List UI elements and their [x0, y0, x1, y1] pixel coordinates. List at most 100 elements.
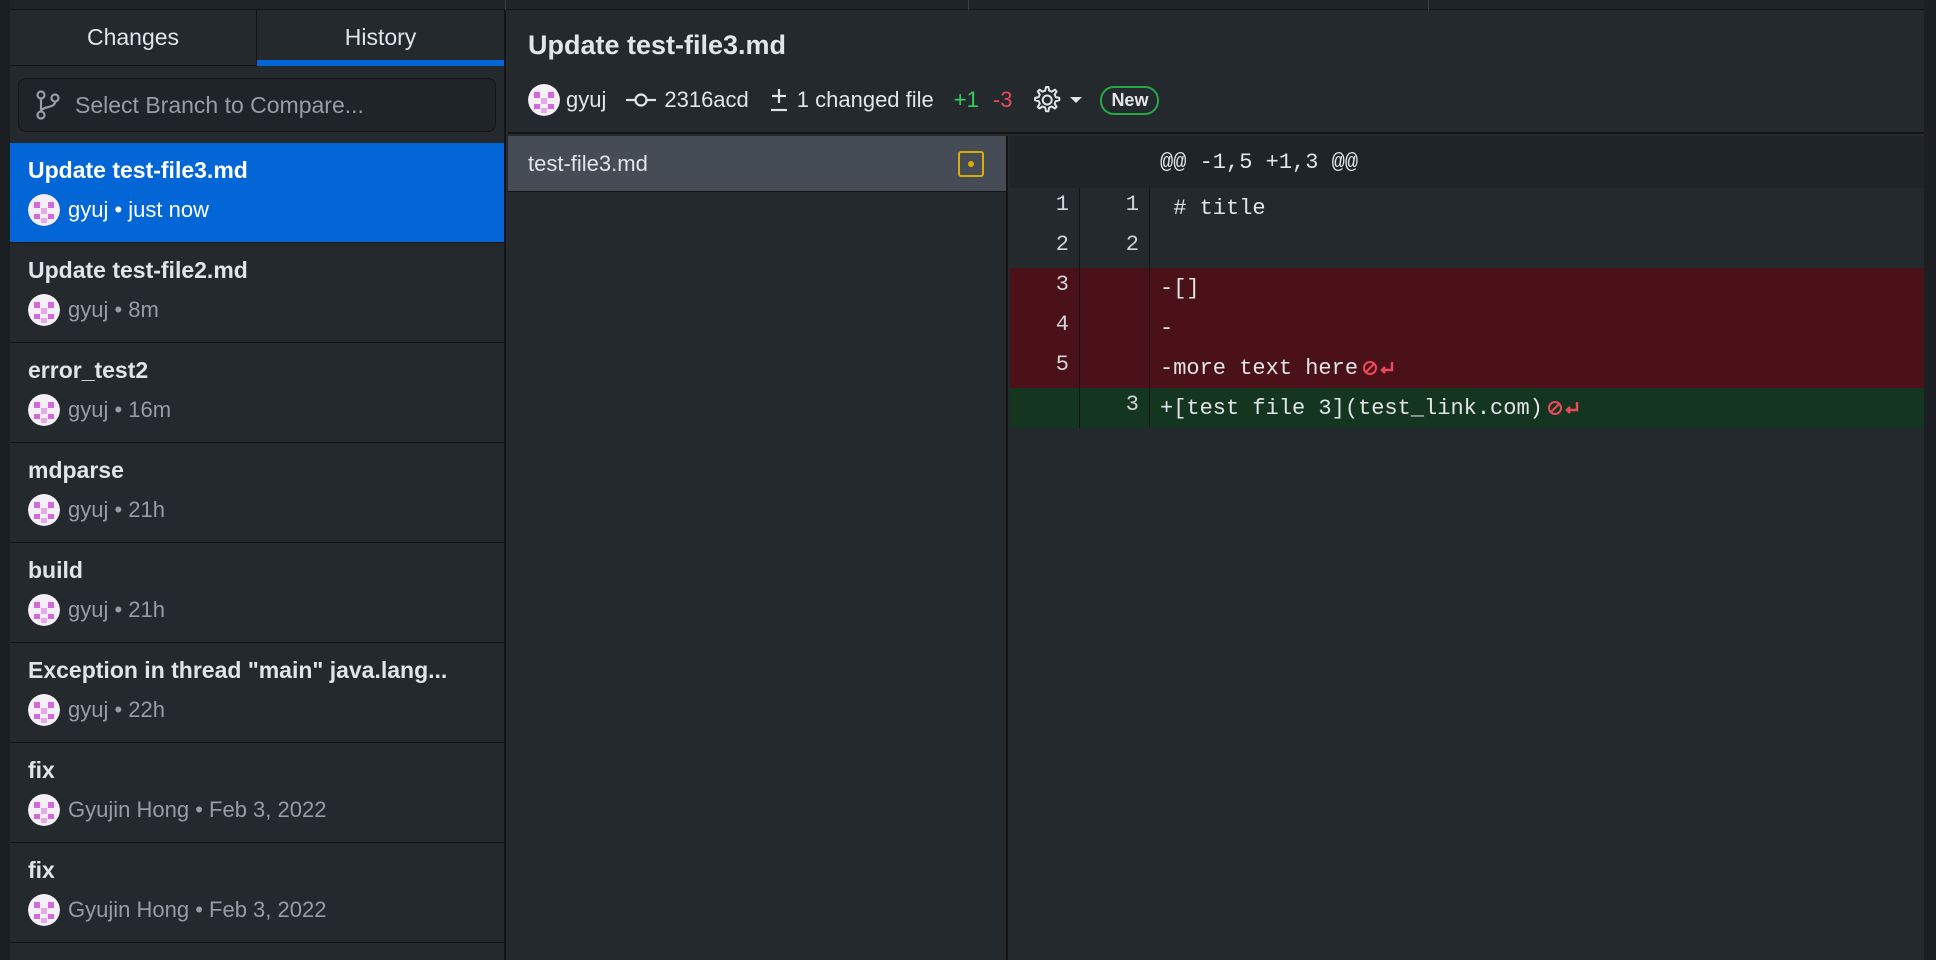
avatar: [28, 794, 60, 826]
commit-item-title: fix: [28, 757, 55, 783]
avatar: [28, 694, 60, 726]
deletions-count: -3: [992, 87, 1013, 112]
commit-item-meta: gyuj • just now: [28, 194, 504, 226]
commit-item-time: 22h: [128, 697, 166, 722]
old-line-number: 4: [1010, 308, 1080, 348]
meta-separator: •: [108, 397, 129, 422]
diff-line-deleted[interactable]: 3 -[]: [1010, 268, 1924, 308]
commit-item-title: error_test2: [28, 357, 149, 383]
diff-line-code: -: [1150, 316, 1173, 341]
branch-compare-field[interactable]: [18, 78, 496, 132]
diff-line-deleted[interactable]: 5 -more text here: [1010, 348, 1924, 388]
meta-separator: •: [108, 497, 129, 522]
new-line-number: 1: [1080, 188, 1150, 228]
commit-item-time: Feb 3, 2022: [209, 797, 327, 822]
additions-count: +1: [953, 87, 979, 112]
avatar: [28, 594, 60, 626]
diff-line-context[interactable]: 11 # title: [1010, 188, 1924, 228]
commit-list-item[interactable]: mdparse gyuj • 21h: [10, 443, 504, 543]
commit-list-item[interactable]: fix Gyujin Hong • Feb 3, 2022: [10, 743, 504, 843]
commit-title: Update test-file3.md: [528, 30, 787, 60]
diff-line-code: -[]: [1150, 276, 1200, 301]
commit-item-meta: gyuj • 22h: [28, 694, 504, 726]
diff-line-code: +[test file 3](test_link.com): [1150, 396, 1583, 421]
diff-line-text: # title: [1160, 195, 1266, 221]
commit-list-item[interactable]: fix Gyujin Hong • Feb 3, 2022: [10, 843, 504, 943]
diff-line-code: # title: [1150, 195, 1266, 221]
avatar: [28, 294, 60, 326]
commit-author: gyuj: [528, 84, 606, 116]
commit-item-author: gyuj: [68, 597, 109, 622]
commit-list: Update test-file3.md gyuj • just now Updat…: [10, 143, 504, 943]
commit-list-item[interactable]: Update test-file2.md gyuj • 8m: [10, 243, 504, 343]
commit-list-item[interactable]: Exception in thread "main" java.lang... g…: [10, 643, 504, 743]
tab-history[interactable]: History: [257, 10, 504, 66]
new-line-number: [1080, 136, 1150, 188]
window-right-edge: [1924, 0, 1936, 960]
diff-line-added[interactable]: 3 +[test file 3](test_link.com): [1010, 388, 1924, 428]
gear-icon: [1034, 86, 1061, 113]
avatar: [28, 394, 60, 426]
tab-changes[interactable]: Changes: [10, 10, 257, 65]
chevron-down-icon: [1070, 97, 1083, 103]
commit-item-author: gyuj: [68, 297, 109, 322]
commit-item-time: Feb 3, 2022: [209, 897, 327, 922]
commit-detail-panel: Update test-file3.md gyuj 2316acd 1 chan…: [508, 10, 1924, 960]
meta-separator: •: [189, 797, 210, 822]
commit-list-item[interactable]: build gyuj • 21h: [10, 543, 504, 643]
commit-list-item[interactable]: Update test-file3.md gyuj • just now: [10, 143, 504, 243]
diff-line-text: -[]: [1160, 275, 1200, 301]
meta-separator: •: [108, 297, 129, 322]
commit-item-author: Gyujin Hong: [68, 797, 190, 822]
commit-summary-header: Update test-file3.md gyuj 2316acd 1 chan…: [508, 10, 1924, 134]
diff-line-code: -more text here: [1150, 356, 1398, 381]
diff-settings-button[interactable]: [1030, 84, 1084, 116]
commit-item-meta: Gyujin Hong • Feb 3, 2022: [28, 794, 504, 826]
diff-line-context[interactable]: 22: [1010, 228, 1924, 268]
commit-item-meta: gyuj • 21h: [28, 594, 504, 626]
new-line-number: [1080, 268, 1150, 308]
old-line-number: [1010, 136, 1080, 188]
avatar: [28, 494, 60, 526]
file-name: test-file3.md: [528, 150, 648, 176]
old-line-number: 1: [1010, 188, 1080, 228]
avatar: [28, 194, 60, 226]
git-branch-icon: [36, 90, 60, 120]
diff-hunk-header: @@ -1,5 +1,3 @@: [1010, 136, 1924, 188]
commit-sha-text: 2316acd: [664, 87, 749, 112]
new-line-number: 3: [1080, 388, 1150, 428]
no-newline-icon: [1362, 359, 1398, 377]
file-list-item[interactable]: test-file3.md: [508, 136, 1006, 192]
commit-item-time: 8m: [128, 297, 159, 322]
new-line-number: [1080, 348, 1150, 388]
commit-item-author: gyuj: [68, 697, 109, 722]
old-line-number: [1010, 388, 1080, 428]
diff-icon: [770, 89, 787, 112]
hunk-header-text: @@ -1,5 +1,3 @@: [1160, 149, 1359, 175]
top-strip-divider: [505, 0, 506, 10]
commit-list-item[interactable]: error_test2gyuj • 16m: [10, 343, 504, 443]
commit-item-author: gyuj: [68, 497, 109, 522]
branch-compare-input[interactable]: [75, 91, 475, 119]
sidebar-tabs: Changes History: [10, 10, 504, 66]
commit-item-title: Update test-file2.md: [28, 257, 248, 283]
new-line-number: 2: [1080, 228, 1150, 268]
window-top-strip: [0, 0, 1936, 10]
git-commit-icon: [626, 93, 657, 107]
avatar: [28, 894, 60, 926]
diff-line-text: -more text here: [1160, 355, 1359, 381]
commit-item-time: 21h: [128, 597, 166, 622]
diff-line-deleted[interactable]: 4-: [1010, 308, 1924, 348]
commit-item-meta: gyuj • 16m: [28, 394, 504, 426]
commit-item-author: gyuj: [68, 397, 109, 422]
commit-item-author: Gyujin Hong: [68, 897, 190, 922]
old-line-number: 5: [1010, 348, 1080, 388]
commit-meta-row: gyuj 2316acd 1 changed file +1 -3 New: [528, 80, 1160, 120]
commit-item-time: 16m: [128, 397, 172, 422]
commit-item-meta: gyuj • 21h: [28, 494, 504, 526]
old-line-number: 2: [1010, 228, 1080, 268]
commit-sha[interactable]: 2316acd: [626, 87, 749, 113]
commit-item-time: just now: [128, 197, 210, 222]
changed-files-text: 1 changed file: [796, 87, 934, 112]
diff-line-text: +[test file 3](test_link.com): [1160, 395, 1543, 421]
